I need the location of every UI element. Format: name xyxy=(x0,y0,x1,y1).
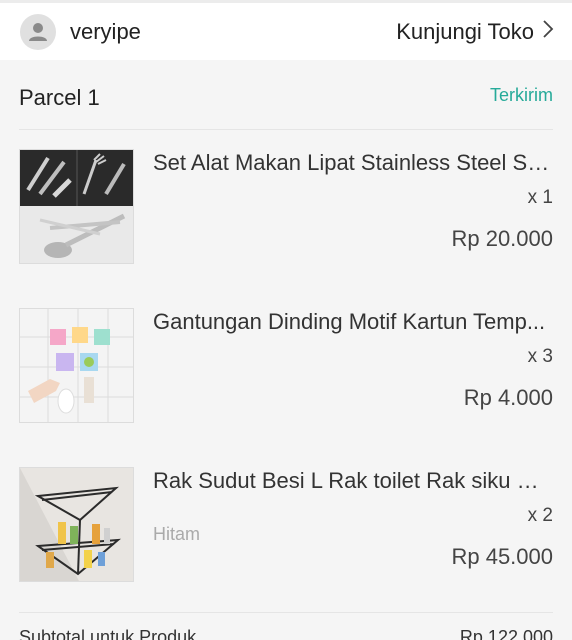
subtotal-label: Subtotal untuk Produk xyxy=(19,627,197,640)
parcel-status: Terkirim xyxy=(490,85,553,105)
list-item[interactable]: Gantungan Dinding Motif Kartun Temp... x… xyxy=(19,289,553,448)
subtotal-row: Subtotal untuk Produk Rp 122.000 xyxy=(19,612,553,640)
product-price: Rp 4.000 xyxy=(463,385,553,410)
product-name[interactable]: Gantungan Dinding Motif Kartun Temp... xyxy=(153,309,553,335)
avatar[interactable] xyxy=(20,13,56,50)
product-name[interactable]: Rak Sudut Besi L Rak toilet Rak siku Ra.… xyxy=(153,468,553,494)
visit-shop-label: Kunjungi Toko xyxy=(396,18,534,44)
user-avatar-icon xyxy=(29,22,47,41)
product-price: Rp 20.000 xyxy=(451,226,553,251)
product-variant: Hitam xyxy=(153,524,201,544)
product-quantity: x 1 xyxy=(527,187,553,208)
parcel-title: Parcel 1 xyxy=(19,84,100,110)
visit-shop-button[interactable]: Kunjungi Toko xyxy=(396,19,554,45)
product-price: Rp 45.000 xyxy=(451,544,553,569)
subtotal-value: Rp 122.000 xyxy=(459,627,553,640)
product-quantity: x 3 xyxy=(527,346,553,367)
shop-info[interactable]: veryipe xyxy=(20,13,141,50)
product-name[interactable]: Set Alat Makan Lipat Stainless Steel Se.… xyxy=(153,150,553,176)
product-image-corner-rack[interactable] xyxy=(19,467,134,582)
chevron-right-icon xyxy=(542,19,554,45)
parcel-section: Parcel 1 Terkirim Set Alat Makan Lipat S… xyxy=(0,60,572,640)
shop-header: veryipe Kunjungi Toko xyxy=(0,3,572,60)
item-list: Set Alat Makan Lipat Stainless Steel Se.… xyxy=(19,130,553,607)
product-image-cutlery[interactable] xyxy=(19,149,134,264)
product-quantity: x 2 xyxy=(527,505,553,526)
list-item[interactable]: Rak Sudut Besi L Rak toilet Rak siku Ra.… xyxy=(19,448,553,607)
parcel-header: Parcel 1 Terkirim xyxy=(19,60,553,130)
product-image-wall-hook[interactable] xyxy=(19,308,134,423)
shop-name[interactable]: veryipe xyxy=(70,19,141,45)
list-item[interactable]: Set Alat Makan Lipat Stainless Steel Se.… xyxy=(19,130,553,289)
